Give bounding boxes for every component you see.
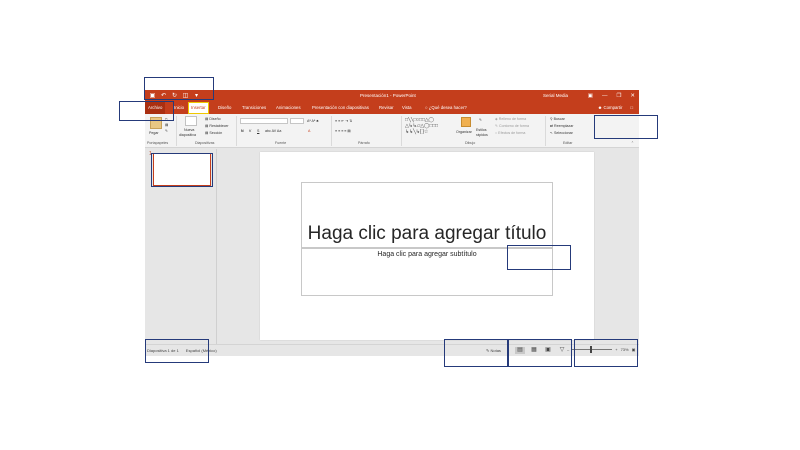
align-icons[interactable]: ≡ ≡ ≡ ≡ ▤	[335, 129, 351, 133]
separator	[236, 116, 237, 146]
replace-label: Reemplazar	[554, 124, 574, 128]
font-size-field[interactable]	[290, 118, 304, 124]
layout-label: Diseño	[209, 117, 221, 121]
group-font: Fuente	[275, 141, 287, 145]
collapse-ribbon-icon[interactable]: ⌃	[631, 141, 634, 145]
highlight-box-notes	[444, 339, 508, 367]
window-controls: ▣ — ❐ ✕	[588, 91, 635, 101]
highlight-box-statusbar	[145, 339, 209, 363]
font-effects-icon[interactable]: abc AV Aa	[265, 129, 281, 133]
highlight-box-qat	[144, 77, 214, 100]
ribbon: Pegar ✂ ▤ ✎ Portapapeles Nueva diapositi…	[145, 114, 639, 148]
title-placeholder-text: Haga clic para agregar título	[307, 223, 547, 244]
separator	[545, 116, 546, 146]
window-title: Presentación1 - PowerPoint	[360, 93, 416, 98]
new-slide-label-1[interactable]: Nueva	[184, 128, 194, 132]
new-slide-icon[interactable]	[185, 116, 197, 126]
select-button[interactable]: ↖ Seleccionar	[550, 131, 573, 135]
font-color-icon[interactable]: A	[308, 129, 310, 133]
section-label: Sección	[209, 131, 223, 135]
tab-presentacion[interactable]: Presentación con diapositivas	[310, 104, 371, 112]
minimize-icon[interactable]: —	[602, 91, 608, 101]
ribbon-tabs: Archivo Inicio Insertar Diseño Transicio…	[145, 102, 639, 114]
user-name[interactable]: Serial Media	[543, 92, 568, 100]
organize-icon[interactable]	[461, 117, 471, 127]
format-painter-icon[interactable]: ✎	[165, 129, 168, 133]
shape-outline-button[interactable]: ✎ Contorno de forma	[495, 124, 529, 128]
restore-icon[interactable]: ❐	[616, 91, 621, 101]
select-label: Seleccionar	[554, 131, 573, 135]
layout-button[interactable]: ▤ Diseño	[205, 117, 221, 121]
shapes-gallery-icon[interactable]: □╲╲□○□□△◯ △↳↳▱△◯□□□ ↳↳╲↳{ }☆	[405, 117, 453, 135]
group-paragraph: Párrafo	[358, 141, 370, 145]
separator	[331, 116, 332, 146]
shape-effects-button[interactable]: ○ Efectos de forma	[495, 131, 525, 135]
fill-label: Relleno de forma	[498, 117, 527, 121]
new-slide-label-2[interactable]: diapositiva	[179, 133, 196, 137]
tab-inicio[interactable]: Inicio	[172, 104, 186, 112]
font-name-field[interactable]	[240, 118, 288, 124]
quick-styles-label-1[interactable]: Estilos	[476, 128, 487, 132]
replace-button[interactable]: ⇄ Reemplazar	[550, 124, 573, 128]
separator	[401, 116, 402, 146]
tab-transiciones[interactable]: Transiciones	[240, 104, 268, 112]
highlight-box-views	[508, 339, 572, 367]
find-label: Buscar	[553, 117, 565, 121]
group-slides: Diapositivas	[195, 141, 215, 145]
quick-styles-label-2[interactable]: rápidos	[476, 133, 488, 137]
bullets-icon[interactable]: ≡ ≡ ⇤ ⇥ ⇅	[335, 119, 352, 123]
share-button[interactable]: ☻ Compartir	[598, 104, 623, 112]
highlight-box-slide	[507, 245, 571, 270]
highlight-box-zoom	[574, 339, 638, 367]
share-label: Compartir	[603, 105, 623, 110]
grow-font-icon[interactable]: Aᵃ Aᵃ ♣	[307, 119, 319, 123]
quick-styles-icon[interactable]: ✎	[479, 118, 482, 122]
section-button[interactable]: ▤ Sección	[205, 131, 222, 135]
group-clipboard: Portapapeles	[147, 141, 169, 145]
highlight-box-archivo	[119, 101, 174, 121]
tab-animaciones[interactable]: Animaciones	[274, 104, 303, 112]
effects-label: Efectos de forma	[498, 131, 526, 135]
italic-icon[interactable]: K	[249, 129, 251, 133]
highlight-box-thumbnail	[151, 153, 213, 187]
underline-icon[interactable]: S	[257, 129, 259, 133]
organize-label[interactable]: Organizar	[456, 130, 472, 134]
slide-editor: Haga clic para agregar título Haga clic …	[218, 149, 639, 344]
tab-vista[interactable]: Vista	[400, 104, 413, 112]
reset-label: Restablecer	[209, 124, 229, 128]
title-placeholder[interactable]: Haga clic para agregar título	[301, 182, 553, 248]
title-bar: ▣ ↶ ↻ ◫ ▾ Presentación1 - PowerPoint Ser…	[145, 90, 639, 102]
reset-button[interactable]: ▤ Restablecer	[205, 124, 229, 128]
tab-insertar[interactable]: Insertar	[188, 102, 209, 114]
ribbon-display-icon[interactable]: ▣	[588, 91, 593, 101]
bold-icon[interactable]: N	[241, 129, 244, 133]
copy-icon[interactable]: ▤	[165, 123, 168, 127]
tell-me-label: ¿Qué desea hacer?	[428, 105, 467, 110]
comments-icon[interactable]: □	[630, 104, 633, 112]
close-icon[interactable]: ✕	[630, 91, 635, 101]
group-editing: Editar	[563, 141, 573, 145]
tab-diseno[interactable]: Diseño	[216, 104, 233, 112]
paste-label[interactable]: Pegar	[149, 131, 159, 135]
outline-label: Contorno de forma	[499, 124, 529, 128]
highlight-box-share	[594, 115, 658, 139]
group-drawing: Dibujo	[465, 141, 476, 145]
tabbar-right: ☻ Compartir □	[598, 104, 633, 112]
tell-me-search[interactable]: ○ ¿Qué desea hacer?	[423, 104, 469, 112]
shape-fill-button[interactable]: ◈ Relleno de forma	[495, 117, 526, 121]
find-button[interactable]: ⚲ Buscar	[550, 117, 565, 121]
powerpoint-window: ▣ ↶ ↻ ◫ ▾ Presentación1 - PowerPoint Ser…	[145, 90, 639, 356]
tab-revisar[interactable]: Revisar	[377, 104, 396, 112]
separator	[176, 116, 177, 146]
